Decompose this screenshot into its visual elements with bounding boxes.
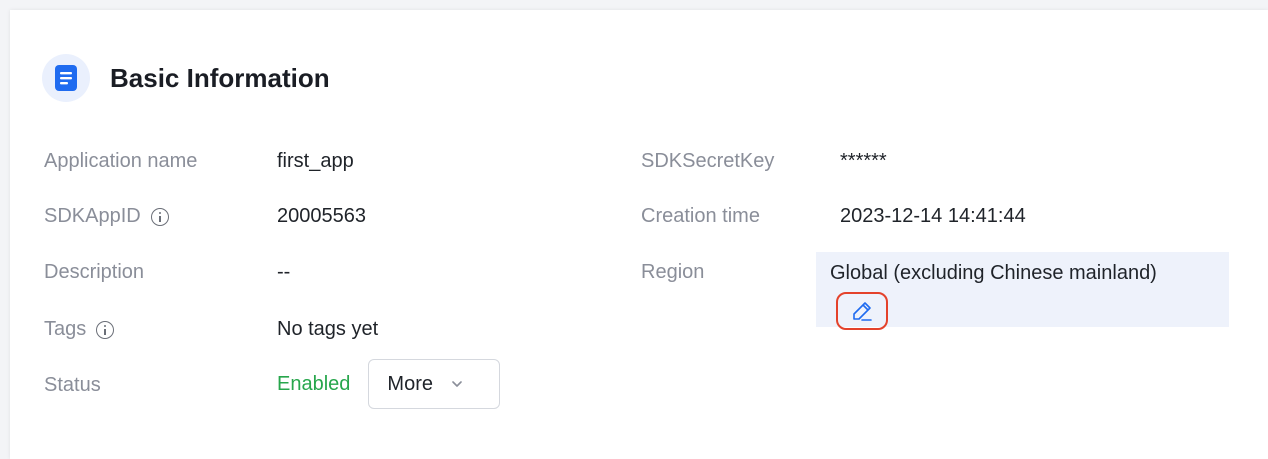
creation-time-value: 2023-12-14 14:41:44 xyxy=(840,205,1026,227)
field-sdksecretkey: SDKSecretKey xyxy=(641,150,774,173)
field-description: Description xyxy=(44,261,144,284)
info-icon[interactable] xyxy=(96,320,115,339)
basic-information-card: Basic Information xyxy=(10,10,1268,459)
status-label: Status xyxy=(44,374,101,396)
edit-region-button[interactable] xyxy=(836,292,888,330)
more-button[interactable]: More xyxy=(368,359,501,409)
field-application-name: Application name xyxy=(44,150,197,173)
sdksecretkey-label: SDKSecretKey xyxy=(641,150,775,172)
description-value-row: -- xyxy=(277,261,290,284)
section-title: Basic Information xyxy=(110,62,330,93)
status-value: Enabled xyxy=(277,372,351,395)
region-label: Region xyxy=(641,261,705,283)
sdkappid-value: 20005563 xyxy=(277,205,366,227)
application-name-value: first_app xyxy=(277,150,354,172)
tags-value: No tags yet xyxy=(277,318,379,340)
document-icon xyxy=(42,54,90,102)
application-name-label: Application name xyxy=(44,150,198,172)
sdkappid-label: SDKAppID xyxy=(44,205,141,227)
field-creation-time: Creation time xyxy=(641,205,760,228)
region-value: Global (excluding Chinese mainland) xyxy=(830,262,1157,284)
sdksecretkey-value: ****** xyxy=(840,150,887,172)
creation-time-value-row: 2023-12-14 14:41:44 xyxy=(840,205,1026,228)
more-button-label: More xyxy=(387,372,433,395)
field-sdkappid: SDKAppID xyxy=(44,205,169,228)
sdksecretkey-value-row: ****** xyxy=(840,150,887,173)
tags-value-row: No tags yet xyxy=(277,318,378,341)
field-region: Region xyxy=(641,261,704,284)
tags-label: Tags xyxy=(44,318,87,340)
sdkappid-value-row: 20005563 xyxy=(277,205,366,228)
info-icon[interactable] xyxy=(150,207,169,226)
status-value-row: Enabled More xyxy=(277,359,501,409)
description-value: -- xyxy=(277,261,291,283)
chevron-down-icon xyxy=(452,381,462,387)
pencil-icon xyxy=(853,302,872,321)
creation-time-label: Creation time xyxy=(641,205,760,227)
application-name-value-row: first_app xyxy=(277,150,354,173)
description-label: Description xyxy=(44,261,145,283)
field-tags: Tags xyxy=(44,318,115,341)
region-value-box: Global (excluding Chinese mainland) xyxy=(816,252,1229,330)
section-header: Basic Information xyxy=(42,54,330,102)
field-status: Status xyxy=(44,374,101,397)
